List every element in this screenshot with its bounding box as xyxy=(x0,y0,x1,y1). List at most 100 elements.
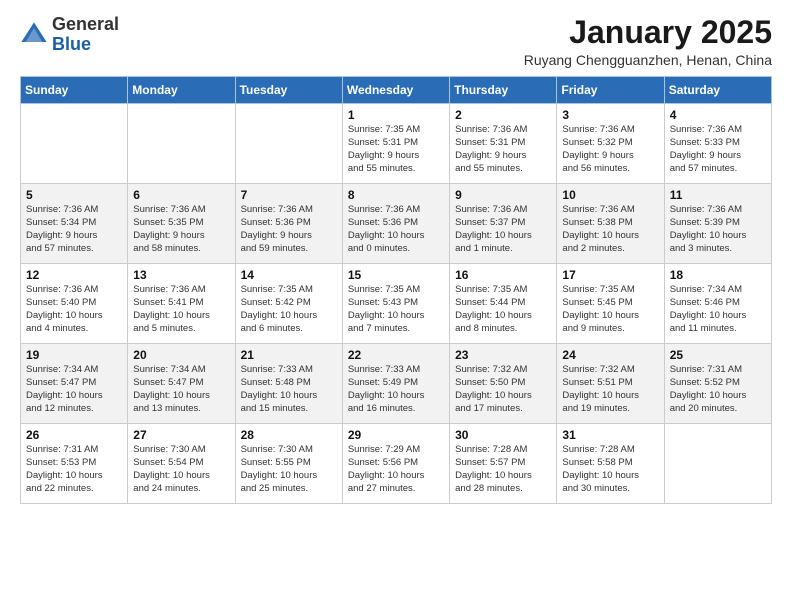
cell-info: Sunrise: 7:36 AM Sunset: 5:34 PM Dayligh… xyxy=(26,204,122,255)
day-number: 20 xyxy=(133,348,229,362)
weekday-header: Friday xyxy=(557,77,664,104)
cell-info: Sunrise: 7:34 AM Sunset: 5:46 PM Dayligh… xyxy=(670,284,766,335)
day-number: 15 xyxy=(348,268,444,282)
day-number: 19 xyxy=(26,348,122,362)
cell-info: Sunrise: 7:36 AM Sunset: 5:32 PM Dayligh… xyxy=(562,124,658,175)
cell-info: Sunrise: 7:31 AM Sunset: 5:52 PM Dayligh… xyxy=(670,364,766,415)
weekday-header: Saturday xyxy=(664,77,771,104)
calendar-cell xyxy=(235,104,342,184)
weekday-header: Thursday xyxy=(450,77,557,104)
calendar-cell: 11 Sunrise: 7:36 AM Sunset: 5:39 PM Dayli… xyxy=(664,184,771,264)
calendar-week-row: 26 Sunrise: 7:31 AM Sunset: 5:53 PM Dayli… xyxy=(21,424,772,504)
calendar-cell: 8 Sunrise: 7:36 AM Sunset: 5:36 PM Daylig… xyxy=(342,184,449,264)
day-number: 1 xyxy=(348,108,444,122)
weekday-header: Sunday xyxy=(21,77,128,104)
calendar-cell: 5 Sunrise: 7:36 AM Sunset: 5:34 PM Daylig… xyxy=(21,184,128,264)
day-number: 14 xyxy=(241,268,337,282)
cell-info: Sunrise: 7:35 AM Sunset: 5:43 PM Dayligh… xyxy=(348,284,444,335)
calendar-week-row: 5 Sunrise: 7:36 AM Sunset: 5:34 PM Daylig… xyxy=(21,184,772,264)
cell-info: Sunrise: 7:35 AM Sunset: 5:45 PM Dayligh… xyxy=(562,284,658,335)
calendar-cell: 24 Sunrise: 7:32 AM Sunset: 5:51 PM Dayli… xyxy=(557,344,664,424)
day-number: 27 xyxy=(133,428,229,442)
cell-info: Sunrise: 7:30 AM Sunset: 5:55 PM Dayligh… xyxy=(241,444,337,495)
day-number: 26 xyxy=(26,428,122,442)
calendar-cell: 10Sunrise: 7:36 AM Sunset: 5:38 PM Dayli… xyxy=(557,184,664,264)
cell-info: Sunrise: 7:31 AM Sunset: 5:53 PM Dayligh… xyxy=(26,444,122,495)
cell-info: Sunrise: 7:32 AM Sunset: 5:51 PM Dayligh… xyxy=(562,364,658,415)
day-number: 17 xyxy=(562,268,658,282)
page-subtitle: Ruyang Chengguanzhen, Henan, China xyxy=(524,52,772,68)
day-number: 6 xyxy=(133,188,229,202)
calendar-cell: 6 Sunrise: 7:36 AM Sunset: 5:35 PM Daylig… xyxy=(128,184,235,264)
weekday-header: Wednesday xyxy=(342,77,449,104)
calendar-cell xyxy=(21,104,128,184)
cell-info: Sunrise: 7:28 AM Sunset: 5:57 PM Dayligh… xyxy=(455,444,551,495)
calendar-cell: 26 Sunrise: 7:31 AM Sunset: 5:53 PM Dayli… xyxy=(21,424,128,504)
cell-info: Sunrise: 7:36 AM Sunset: 5:36 PM Dayligh… xyxy=(241,204,337,255)
day-number: 16 xyxy=(455,268,551,282)
day-number: 22 xyxy=(348,348,444,362)
cell-info: Sunrise: 7:36 AM Sunset: 5:35 PM Dayligh… xyxy=(133,204,229,255)
cell-info: Sunrise: 7:34 AM Sunset: 5:47 PM Dayligh… xyxy=(133,364,229,415)
day-number: 13 xyxy=(133,268,229,282)
calendar-cell: 21 Sunrise: 7:33 AM Sunset: 5:48 PM Dayli… xyxy=(235,344,342,424)
calendar-cell: 4 Sunrise: 7:36 AM Sunset: 5:33 PM Daylig… xyxy=(664,104,771,184)
calendar-cell: 3 Sunrise: 7:36 AM Sunset: 5:32 PM Daylig… xyxy=(557,104,664,184)
calendar-cell: 19Sunrise: 7:34 AM Sunset: 5:47 PM Dayli… xyxy=(21,344,128,424)
day-number: 8 xyxy=(348,188,444,202)
day-number: 4 xyxy=(670,108,766,122)
cell-info: Sunrise: 7:36 AM Sunset: 5:33 PM Dayligh… xyxy=(670,124,766,175)
calendar-cell: 13Sunrise: 7:36 AM Sunset: 5:41 PM Dayli… xyxy=(128,264,235,344)
calendar-cell: 25 Sunrise: 7:31 AM Sunset: 5:52 PM Dayli… xyxy=(664,344,771,424)
day-number: 21 xyxy=(241,348,337,362)
calendar-table: SundayMondayTuesdayWednesdayThursdayFrid… xyxy=(20,76,772,504)
cell-info: Sunrise: 7:36 AM Sunset: 5:37 PM Dayligh… xyxy=(455,204,551,255)
day-number: 31 xyxy=(562,428,658,442)
day-number: 28 xyxy=(241,428,337,442)
cell-info: Sunrise: 7:32 AM Sunset: 5:50 PM Dayligh… xyxy=(455,364,551,415)
calendar-cell: 22 Sunrise: 7:33 AM Sunset: 5:49 PM Dayli… xyxy=(342,344,449,424)
calendar-cell: 30 Sunrise: 7:28 AM Sunset: 5:57 PM Dayli… xyxy=(450,424,557,504)
day-number: 5 xyxy=(26,188,122,202)
day-number: 7 xyxy=(241,188,337,202)
calendar-cell: 14Sunrise: 7:35 AM Sunset: 5:42 PM Dayli… xyxy=(235,264,342,344)
calendar-cell: 2Sunrise: 7:36 AM Sunset: 5:31 PM Daylig… xyxy=(450,104,557,184)
day-number: 9 xyxy=(455,188,551,202)
day-number: 23 xyxy=(455,348,551,362)
day-number: 25 xyxy=(670,348,766,362)
calendar-cell: 9 Sunrise: 7:36 AM Sunset: 5:37 PM Daylig… xyxy=(450,184,557,264)
day-number: 11 xyxy=(670,188,766,202)
calendar-cell: 20 Sunrise: 7:34 AM Sunset: 5:47 PM Dayli… xyxy=(128,344,235,424)
page-title: January 2025 xyxy=(524,15,772,50)
calendar-cell: 27 Sunrise: 7:30 AM Sunset: 5:54 PM Dayli… xyxy=(128,424,235,504)
calendar-cell: 17 Sunrise: 7:35 AM Sunset: 5:45 PM Dayli… xyxy=(557,264,664,344)
calendar-cell: 7 Sunrise: 7:36 AM Sunset: 5:36 PM Daylig… xyxy=(235,184,342,264)
cell-info: Sunrise: 7:33 AM Sunset: 5:48 PM Dayligh… xyxy=(241,364,337,415)
calendar-cell: 31 Sunrise: 7:28 AM Sunset: 5:58 PM Dayli… xyxy=(557,424,664,504)
cell-info: Sunrise: 7:35 AM Sunset: 5:31 PM Dayligh… xyxy=(348,124,444,175)
day-number: 30 xyxy=(455,428,551,442)
weekday-header: Tuesday xyxy=(235,77,342,104)
day-number: 12 xyxy=(26,268,122,282)
cell-info: Sunrise: 7:33 AM Sunset: 5:49 PM Dayligh… xyxy=(348,364,444,415)
page-header: General Blue January 2025 Ruyang Chenggu… xyxy=(20,15,772,68)
calendar-cell: 29Sunrise: 7:29 AM Sunset: 5:56 PM Dayli… xyxy=(342,424,449,504)
day-number: 29 xyxy=(348,428,444,442)
day-number: 24 xyxy=(562,348,658,362)
calendar-cell: 16Sunrise: 7:35 AM Sunset: 5:44 PM Dayli… xyxy=(450,264,557,344)
day-number: 18 xyxy=(670,268,766,282)
day-number: 3 xyxy=(562,108,658,122)
logo: General Blue xyxy=(20,15,119,55)
calendar-cell xyxy=(664,424,771,504)
cell-info: Sunrise: 7:36 AM Sunset: 5:40 PM Dayligh… xyxy=(26,284,122,335)
calendar-cell: 23 Sunrise: 7:32 AM Sunset: 5:50 PM Dayli… xyxy=(450,344,557,424)
logo-icon xyxy=(20,21,48,49)
logo-text: General Blue xyxy=(52,15,119,55)
cell-info: Sunrise: 7:28 AM Sunset: 5:58 PM Dayligh… xyxy=(562,444,658,495)
cell-info: Sunrise: 7:30 AM Sunset: 5:54 PM Dayligh… xyxy=(133,444,229,495)
cell-info: Sunrise: 7:36 AM Sunset: 5:39 PM Dayligh… xyxy=(670,204,766,255)
cell-info: Sunrise: 7:36 AM Sunset: 5:36 PM Dayligh… xyxy=(348,204,444,255)
calendar-cell: 18 Sunrise: 7:34 AM Sunset: 5:46 PM Dayli… xyxy=(664,264,771,344)
day-number: 10 xyxy=(562,188,658,202)
calendar-cell: 12 Sunrise: 7:36 AM Sunset: 5:40 PM Dayli… xyxy=(21,264,128,344)
